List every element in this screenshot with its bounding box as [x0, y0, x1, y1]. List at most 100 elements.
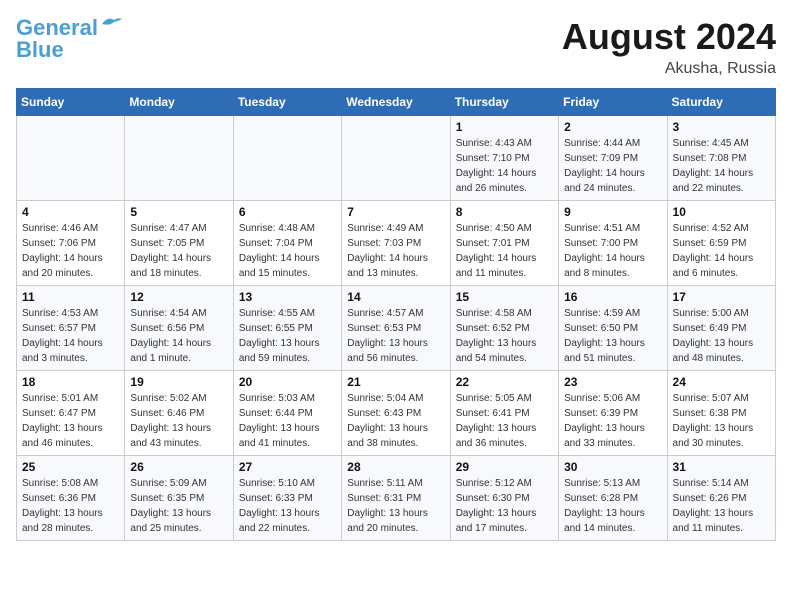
calendar-cell: 20 Sunrise: 5:03 AM Sunset: 6:44 PM Dayli…	[233, 371, 341, 456]
calendar-cell: 24 Sunrise: 5:07 AM Sunset: 6:38 PM Dayli…	[667, 371, 775, 456]
day-info: Sunrise: 5:12 AM Sunset: 6:30 PM Dayligh…	[456, 476, 553, 536]
logo: General Blue	[16, 16, 122, 62]
day-number: 31	[673, 460, 770, 474]
calendar-cell: 6 Sunrise: 4:48 AM Sunset: 7:04 PM Daylig…	[233, 201, 341, 286]
day-info: Sunrise: 5:00 AM Sunset: 6:49 PM Dayligh…	[673, 306, 770, 366]
day-info: Sunrise: 5:05 AM Sunset: 6:41 PM Dayligh…	[456, 391, 553, 451]
day-info: Sunrise: 4:49 AM Sunset: 7:03 PM Dayligh…	[347, 221, 444, 281]
calendar-table: SundayMondayTuesdayWednesdayThursdayFrid…	[16, 88, 776, 541]
day-number: 24	[673, 375, 770, 389]
day-info: Sunrise: 4:45 AM Sunset: 7:08 PM Dayligh…	[673, 136, 770, 196]
day-number: 11	[22, 290, 119, 304]
day-info: Sunrise: 5:10 AM Sunset: 6:33 PM Dayligh…	[239, 476, 336, 536]
day-info: Sunrise: 4:58 AM Sunset: 6:52 PM Dayligh…	[456, 306, 553, 366]
calendar-cell: 23 Sunrise: 5:06 AM Sunset: 6:39 PM Dayli…	[559, 371, 667, 456]
calendar-cell: 29Sunrise: 5:12 AM Sunset: 6:30 PM Dayli…	[450, 456, 558, 541]
day-info: Sunrise: 5:13 AM Sunset: 6:28 PM Dayligh…	[564, 476, 661, 536]
day-info: Sunrise: 5:03 AM Sunset: 6:44 PM Dayligh…	[239, 391, 336, 451]
logo-bird-icon	[100, 16, 122, 32]
day-number: 9	[564, 205, 661, 219]
logo-blue: Blue	[16, 38, 64, 62]
day-number: 17	[673, 290, 770, 304]
day-number: 25	[22, 460, 119, 474]
calendar-cell: 8 Sunrise: 4:50 AM Sunset: 7:01 PM Daylig…	[450, 201, 558, 286]
calendar-cell: 2 Sunrise: 4:44 AM Sunset: 7:09 PM Daylig…	[559, 116, 667, 201]
day-info: Sunrise: 4:52 AM Sunset: 6:59 PM Dayligh…	[673, 221, 770, 281]
calendar-cell: 25 Sunrise: 5:08 AM Sunset: 6:36 PM Dayli…	[17, 456, 125, 541]
calendar-cell: 26Sunrise: 5:09 AM Sunset: 6:35 PM Dayli…	[125, 456, 233, 541]
calendar-cell: 15Sunrise: 4:58 AM Sunset: 6:52 PM Dayli…	[450, 286, 558, 371]
day-number: 20	[239, 375, 336, 389]
calendar-cell	[342, 116, 450, 201]
calendar-cell: 13Sunrise: 4:55 AM Sunset: 6:55 PM Dayli…	[233, 286, 341, 371]
day-number: 19	[130, 375, 227, 389]
day-number: 22	[456, 375, 553, 389]
day-info: Sunrise: 5:01 AM Sunset: 6:47 PM Dayligh…	[22, 391, 119, 451]
day-number: 3	[673, 120, 770, 134]
calendar-cell: 10 Sunrise: 4:52 AM Sunset: 6:59 PM Dayli…	[667, 201, 775, 286]
calendar-cell: 5 Sunrise: 4:47 AM Sunset: 7:05 PM Daylig…	[125, 201, 233, 286]
calendar-cell: 14 Sunrise: 4:57 AM Sunset: 6:53 PM Dayli…	[342, 286, 450, 371]
day-info: Sunrise: 4:47 AM Sunset: 7:05 PM Dayligh…	[130, 221, 227, 281]
day-info: Sunrise: 5:02 AM Sunset: 6:46 PM Dayligh…	[130, 391, 227, 451]
day-number: 16	[564, 290, 661, 304]
day-number: 5	[130, 205, 227, 219]
calendar-cell: 21 Sunrise: 5:04 AM Sunset: 6:43 PM Dayli…	[342, 371, 450, 456]
header-thursday: Thursday	[450, 89, 558, 116]
day-info: Sunrise: 4:51 AM Sunset: 7:00 PM Dayligh…	[564, 221, 661, 281]
header-monday: Monday	[125, 89, 233, 116]
day-info: Sunrise: 4:55 AM Sunset: 6:55 PM Dayligh…	[239, 306, 336, 366]
page-subtitle: Akusha, Russia	[562, 60, 776, 78]
day-info: Sunrise: 4:46 AM Sunset: 7:06 PM Dayligh…	[22, 221, 119, 281]
day-number: 27	[239, 460, 336, 474]
day-number: 14	[347, 290, 444, 304]
day-number: 2	[564, 120, 661, 134]
day-number: 26	[130, 460, 227, 474]
day-number: 1	[456, 120, 553, 134]
calendar-cell: 4 Sunrise: 4:46 AM Sunset: 7:06 PM Daylig…	[17, 201, 125, 286]
day-number: 6	[239, 205, 336, 219]
calendar-cell: 18 Sunrise: 5:01 AM Sunset: 6:47 PM Dayli…	[17, 371, 125, 456]
calendar-cell	[233, 116, 341, 201]
day-number: 21	[347, 375, 444, 389]
day-number: 30	[564, 460, 661, 474]
day-number: 18	[22, 375, 119, 389]
calendar-cell: 30 Sunrise: 5:13 AM Sunset: 6:28 PM Dayli…	[559, 456, 667, 541]
day-info: Sunrise: 4:50 AM Sunset: 7:01 PM Dayligh…	[456, 221, 553, 281]
day-info: Sunrise: 4:57 AM Sunset: 6:53 PM Dayligh…	[347, 306, 444, 366]
day-number: 12	[130, 290, 227, 304]
day-info: Sunrise: 4:59 AM Sunset: 6:50 PM Dayligh…	[564, 306, 661, 366]
calendar-week-row: 25 Sunrise: 5:08 AM Sunset: 6:36 PM Dayli…	[17, 456, 776, 541]
calendar-cell	[17, 116, 125, 201]
calendar-cell: 3 Sunrise: 4:45 AM Sunset: 7:08 PM Daylig…	[667, 116, 775, 201]
calendar-cell: 9 Sunrise: 4:51 AM Sunset: 7:00 PM Daylig…	[559, 201, 667, 286]
day-info: Sunrise: 5:08 AM Sunset: 6:36 PM Dayligh…	[22, 476, 119, 536]
calendar-cell: 11Sunrise: 4:53 AM Sunset: 6:57 PM Dayli…	[17, 286, 125, 371]
day-number: 8	[456, 205, 553, 219]
calendar-week-row: 18 Sunrise: 5:01 AM Sunset: 6:47 PM Dayli…	[17, 371, 776, 456]
day-info: Sunrise: 5:07 AM Sunset: 6:38 PM Dayligh…	[673, 391, 770, 451]
day-info: Sunrise: 5:06 AM Sunset: 6:39 PM Dayligh…	[564, 391, 661, 451]
calendar-cell: 22 Sunrise: 5:05 AM Sunset: 6:41 PM Dayli…	[450, 371, 558, 456]
header-sunday: Sunday	[17, 89, 125, 116]
day-number: 10	[673, 205, 770, 219]
day-number: 4	[22, 205, 119, 219]
day-info: Sunrise: 4:43 AM Sunset: 7:10 PM Dayligh…	[456, 136, 553, 196]
day-info: Sunrise: 4:54 AM Sunset: 6:56 PM Dayligh…	[130, 306, 227, 366]
day-number: 7	[347, 205, 444, 219]
day-info: Sunrise: 4:48 AM Sunset: 7:04 PM Dayligh…	[239, 221, 336, 281]
calendar-cell: 27 Sunrise: 5:10 AM Sunset: 6:33 PM Dayli…	[233, 456, 341, 541]
day-number: 23	[564, 375, 661, 389]
page-title: August 2024	[562, 16, 776, 58]
day-info: Sunrise: 5:04 AM Sunset: 6:43 PM Dayligh…	[347, 391, 444, 451]
calendar-cell: 7 Sunrise: 4:49 AM Sunset: 7:03 PM Daylig…	[342, 201, 450, 286]
day-info: Sunrise: 4:44 AM Sunset: 7:09 PM Dayligh…	[564, 136, 661, 196]
header-tuesday: Tuesday	[233, 89, 341, 116]
header-saturday: Saturday	[667, 89, 775, 116]
calendar-week-row: 4 Sunrise: 4:46 AM Sunset: 7:06 PM Daylig…	[17, 201, 776, 286]
header-friday: Friday	[559, 89, 667, 116]
day-info: Sunrise: 5:11 AM Sunset: 6:31 PM Dayligh…	[347, 476, 444, 536]
calendar-cell: 28Sunrise: 5:11 AM Sunset: 6:31 PM Dayli…	[342, 456, 450, 541]
header-wednesday: Wednesday	[342, 89, 450, 116]
calendar-cell: 19 Sunrise: 5:02 AM Sunset: 6:46 PM Dayli…	[125, 371, 233, 456]
